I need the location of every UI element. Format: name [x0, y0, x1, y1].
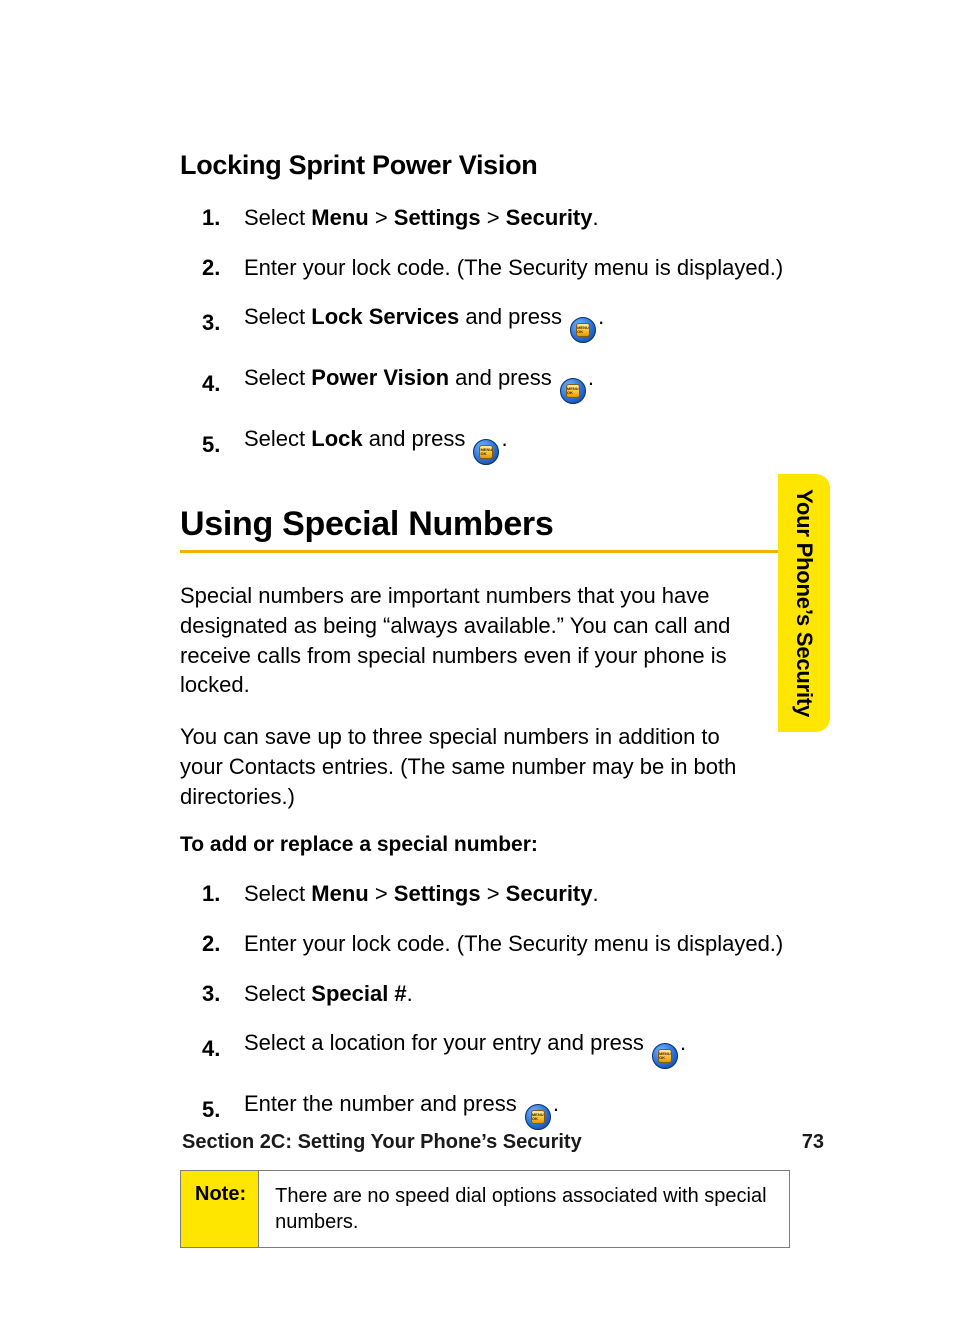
step-a-5: 5. Select Lock and press MENU OK.: [202, 424, 790, 465]
paragraph-1: Special numbers are important numbers th…: [180, 581, 760, 700]
step-b-5: 5. Enter the number and press MENU OK.: [202, 1089, 790, 1130]
footer-section: Section 2C: Setting Your Phone’s Securit…: [182, 1131, 582, 1154]
step-body: Select Power Vision and press MENU OK.: [244, 363, 790, 404]
step-a-1: 1. Select Menu > Settings > Security.: [202, 203, 790, 233]
step-b-3: 3. Select Special #.: [202, 979, 790, 1009]
section-title: Using Special Numbers: [180, 505, 790, 544]
step-body: Enter your lock code. (The Security menu…: [244, 253, 790, 283]
side-tab-label: Your Phone’s Security: [791, 489, 817, 717]
step-number: 1.: [202, 879, 244, 909]
paragraph-2: You can save up to three special numbers…: [180, 722, 760, 811]
step-body: Select Menu > Settings > Security.: [244, 879, 790, 909]
subheading-locking: Locking Sprint Power Vision: [180, 150, 790, 181]
step-a-3: 3. Select Lock Services and press MENU O…: [202, 302, 790, 343]
menu-ok-button-icon: MENU OK: [525, 1104, 551, 1130]
step-b-2: 2. Enter your lock code. (The Security m…: [202, 929, 790, 959]
step-number: 2.: [202, 253, 244, 283]
step-number: 5.: [202, 1095, 244, 1125]
steps-list-a: 1. Select Menu > Settings > Security. 2.…: [180, 203, 790, 465]
steps-list-b: 1. Select Menu > Settings > Security. 2.…: [180, 879, 790, 1130]
lead-in: To add or replace a special number:: [180, 833, 790, 857]
step-body: Select Lock and press MENU OK.: [244, 424, 790, 465]
menu-ok-button-icon: MENU OK: [570, 317, 596, 343]
note-label: Note:: [181, 1171, 259, 1247]
step-body: Enter your lock code. (The Security menu…: [244, 929, 790, 959]
page-footer: Section 2C: Setting Your Phone’s Securit…: [182, 1131, 824, 1154]
step-a-2: 2. Enter your lock code. (The Security m…: [202, 253, 790, 283]
note-text: There are no speed dial options associat…: [259, 1171, 789, 1247]
menu-ok-button-icon: MENU OK: [473, 439, 499, 465]
section-rule: [180, 550, 790, 553]
step-number: 1.: [202, 203, 244, 233]
step-number: 3.: [202, 979, 244, 1009]
step-number: 4.: [202, 369, 244, 399]
step-body: Select Special #.: [244, 979, 790, 1009]
menu-ok-button-icon: MENU OK: [560, 378, 586, 404]
side-tab: Your Phone’s Security: [778, 474, 830, 732]
step-number: 3.: [202, 308, 244, 338]
step-body: Select a location for your entry and pre…: [244, 1028, 790, 1069]
note-box: Note: There are no speed dial options as…: [180, 1170, 790, 1248]
step-a-4: 4. Select Power Vision and press MENU OK…: [202, 363, 790, 404]
step-body: Select Lock Services and press MENU OK.: [244, 302, 790, 343]
step-b-1: 1. Select Menu > Settings > Security.: [202, 879, 790, 909]
step-number: 2.: [202, 929, 244, 959]
page-number: 73: [802, 1131, 824, 1154]
step-number: 4.: [202, 1034, 244, 1064]
step-number: 5.: [202, 430, 244, 460]
step-body: Select Menu > Settings > Security.: [244, 203, 790, 233]
step-b-4: 4. Select a location for your entry and …: [202, 1028, 790, 1069]
menu-ok-button-icon: MENU OK: [652, 1043, 678, 1069]
step-body: Enter the number and press MENU OK.: [244, 1089, 790, 1130]
